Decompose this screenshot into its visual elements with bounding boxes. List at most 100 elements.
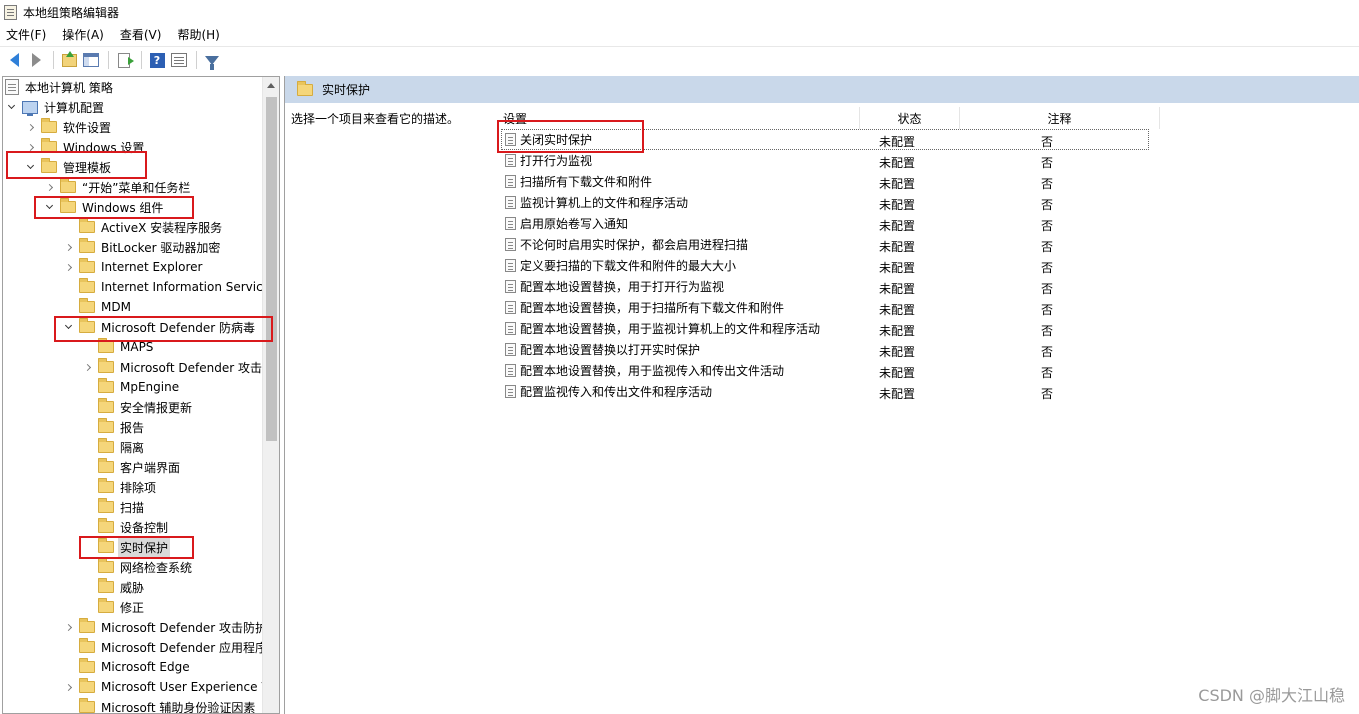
settings-row[interactable]: 扫描所有下载文件和附件 bbox=[505, 171, 652, 192]
show-hide-tree-button[interactable] bbox=[81, 50, 101, 70]
expand-toggle[interactable] bbox=[62, 261, 74, 273]
tree-item-software-settings[interactable]: 软件设置 bbox=[24, 117, 111, 137]
folder-icon bbox=[79, 318, 95, 333]
tree-item-label: Microsoft 辅助身份验证因素 bbox=[101, 700, 256, 714]
tree-item-label: 设备控制 bbox=[120, 520, 169, 535]
settings-row[interactable]: 定义要扫描的下载文件和附件的最大大小 bbox=[505, 255, 736, 276]
tree-item-mdm[interactable]: MDM bbox=[62, 297, 131, 317]
up-button[interactable] bbox=[59, 50, 79, 70]
chevron-right-icon bbox=[64, 263, 72, 271]
folder-icon bbox=[98, 498, 114, 513]
expand-toggle[interactable] bbox=[62, 321, 74, 333]
properties-button[interactable] bbox=[169, 50, 189, 70]
folder-icon bbox=[79, 298, 95, 313]
setting-comment: 否 bbox=[1041, 198, 1054, 212]
settings-row[interactable]: 关闭实时保护 bbox=[505, 129, 592, 150]
tree-item-exclusions[interactable]: 排除项 bbox=[81, 477, 156, 497]
folder-icon bbox=[98, 598, 114, 613]
menu-help[interactable]: 帮助(H) bbox=[177, 26, 219, 43]
tree-item-windows-settings[interactable]: Windows 设置 bbox=[24, 137, 144, 157]
menu-view[interactable]: 查看(V) bbox=[120, 26, 162, 43]
tree-item-device-control[interactable]: 设备控制 bbox=[81, 517, 168, 537]
tree-item-reporting[interactable]: 报告 bbox=[81, 417, 144, 437]
policy-editor-icon bbox=[4, 4, 17, 20]
tree-item-user-experience[interactable]: Microsoft User Experience V bbox=[62, 677, 270, 697]
tree-item-iis[interactable]: Internet Information Service bbox=[62, 277, 270, 297]
tree-item-internet-explorer[interactable]: Internet Explorer bbox=[62, 257, 202, 277]
policy-setting-icon bbox=[505, 238, 516, 251]
column-header-comment[interactable]: 注释 bbox=[960, 107, 1160, 129]
column-header-label: 状态 bbox=[897, 111, 922, 126]
menu-action[interactable]: 操作(A) bbox=[62, 26, 104, 43]
tree-item-label: Microsoft Defender 攻击防护 bbox=[101, 620, 268, 635]
tree-item-label: 排除项 bbox=[120, 480, 157, 495]
tree-item-security-intel[interactable]: 安全情报更新 bbox=[81, 397, 192, 417]
expand-spacer bbox=[81, 541, 93, 553]
scrollbar-thumb[interactable] bbox=[266, 97, 277, 441]
tree-item-defender-exploit[interactable]: Microsoft Defender 攻击 bbox=[81, 357, 262, 377]
settings-row[interactable]: 监视计算机上的文件和程序活动 bbox=[505, 192, 688, 213]
expand-toggle[interactable] bbox=[5, 101, 17, 113]
folder-icon bbox=[79, 698, 95, 713]
column-header-state[interactable]: 状态 bbox=[860, 107, 960, 129]
setting-comment: 否 bbox=[1041, 240, 1054, 254]
tree-item-start-menu[interactable]: “开始”菜单和任务栏 bbox=[43, 177, 190, 197]
settings-row[interactable]: 配置本地设置替换，用于扫描所有下载文件和附件 bbox=[505, 297, 784, 318]
settings-row[interactable]: 不论何时启用实时保护，都会启用进程扫描 bbox=[505, 234, 748, 255]
help-button[interactable]: ? bbox=[147, 50, 167, 70]
tree-item-quarantine[interactable]: 隔离 bbox=[81, 437, 144, 457]
tree-item-defender-exploit-guard[interactable]: Microsoft Defender 攻击防护 bbox=[62, 617, 267, 637]
tree-item-client-ui[interactable]: 客户端界面 bbox=[81, 457, 180, 477]
settings-row[interactable]: 配置本地设置替换以打开实时保护 bbox=[505, 339, 700, 360]
folder-icon bbox=[79, 618, 95, 633]
settings-row[interactable]: 打开行为监视 bbox=[505, 150, 592, 171]
tree-item-label: “开始”菜单和任务栏 bbox=[82, 180, 191, 195]
tree-item-network-inspection[interactable]: 网络检查系统 bbox=[81, 557, 192, 577]
expand-toggle[interactable] bbox=[43, 181, 55, 193]
tree-item-remediation[interactable]: 修正 bbox=[81, 597, 144, 617]
settings-list[interactable]: 设置 状态 注释 关闭实时保护 未配置否打开行为监视 未配置否扫描所有下载文件和附件… bbox=[490, 103, 1359, 714]
tree-item-scan[interactable]: 扫描 bbox=[81, 497, 144, 517]
back-button[interactable] bbox=[4, 50, 24, 70]
filter-button[interactable] bbox=[202, 50, 222, 70]
expand-toggle[interactable] bbox=[62, 621, 74, 633]
menu-file[interactable]: 文件(F) bbox=[6, 26, 46, 43]
expand-toggle[interactable] bbox=[62, 241, 74, 253]
settings-row[interactable]: 配置监视传入和传出文件和程序活动 bbox=[505, 381, 712, 402]
tree-pane[interactable]: 本地计算机 策略 计算机配置 软件设置 Windows 设置 管理模板 “开始”… bbox=[2, 76, 280, 714]
settings-row[interactable]: 配置本地设置替换，用于监视传入和传出文件活动 bbox=[505, 360, 784, 381]
folder-icon bbox=[41, 118, 57, 133]
expand-toggle[interactable] bbox=[24, 141, 36, 153]
tree-item-bitlocker[interactable]: BitLocker 驱动器加密 bbox=[62, 237, 220, 257]
setting-name: 打开行为监视 bbox=[520, 154, 593, 168]
policy-icon bbox=[5, 79, 19, 95]
tree-item-edge[interactable]: Microsoft Edge bbox=[62, 657, 190, 677]
expand-toggle[interactable] bbox=[43, 201, 55, 213]
tree-item-maps[interactable]: MAPS bbox=[81, 337, 153, 357]
tree-item-defender-antivirus[interactable]: Microsoft Defender 防病毒 bbox=[62, 317, 255, 337]
tree-item-realtime-protection[interactable]: 实时保护 bbox=[81, 537, 171, 557]
tree-item-secondary-auth[interactable]: Microsoft 辅助身份验证因素 bbox=[62, 697, 256, 714]
tree-item-admin-templates[interactable]: 管理模板 bbox=[24, 157, 111, 177]
tree-item-threats[interactable]: 威胁 bbox=[81, 577, 144, 597]
expand-toggle[interactable] bbox=[24, 121, 36, 133]
tree-item-activex[interactable]: ActiveX 安装程序服务 bbox=[62, 217, 222, 237]
policy-setting-icon bbox=[505, 322, 516, 335]
tree-item-defender-app-guard[interactable]: Microsoft Defender 应用程序 bbox=[62, 637, 267, 657]
tree-item-mpengine[interactable]: MpEngine bbox=[81, 377, 179, 397]
expand-toggle[interactable] bbox=[24, 161, 36, 173]
settings-row[interactable]: 配置本地设置替换，用于监视计算机上的文件和程序活动 bbox=[505, 318, 820, 339]
tree-item-local-policy[interactable]: 本地计算机 策略 bbox=[5, 77, 113, 97]
setting-comment: 否 bbox=[1041, 387, 1054, 401]
scroll-up-icon[interactable] bbox=[267, 83, 275, 88]
tree-item-computer-config[interactable]: 计算机配置 bbox=[5, 97, 104, 117]
tree-scrollbar[interactable] bbox=[262, 77, 279, 713]
expand-toggle[interactable] bbox=[62, 681, 74, 693]
export-list-button[interactable] bbox=[114, 50, 134, 70]
settings-row[interactable]: 配置本地设置替换，用于打开行为监视 bbox=[505, 276, 724, 297]
column-header-setting[interactable]: 设置 bbox=[503, 107, 860, 129]
expand-toggle[interactable] bbox=[81, 361, 93, 373]
forward-button[interactable] bbox=[26, 50, 46, 70]
tree-item-windows-components[interactable]: Windows 组件 bbox=[43, 197, 163, 217]
settings-row[interactable]: 启用原始卷写入通知 bbox=[505, 213, 628, 234]
